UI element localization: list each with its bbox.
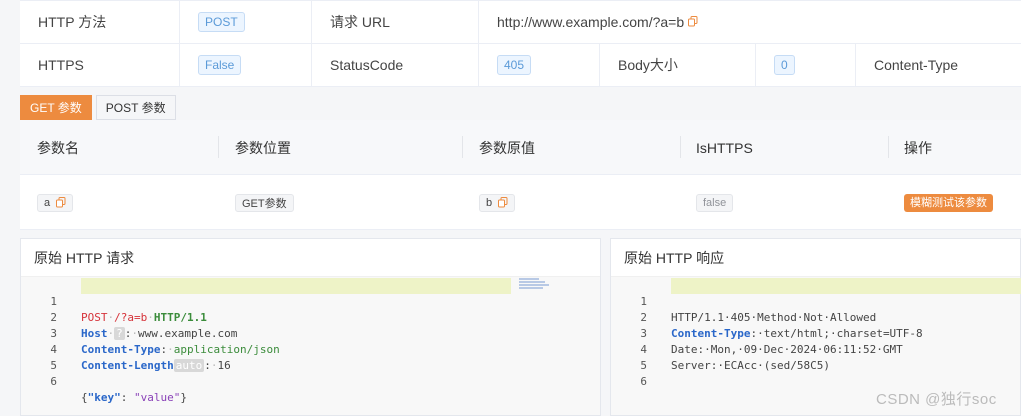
status-cell: 405 (479, 44, 600, 86)
param-name: a (44, 196, 51, 209)
params-table: 参数名 参数位置 参数原值 IsHTTPS 操作 a GET参数 b false… (20, 120, 1021, 230)
param-name-cell: a (37, 175, 74, 230)
url-label: 请求 URL (312, 1, 479, 43)
code-line: 2 Host·?:·www.example.com (21, 294, 600, 340)
params-table-header: 参数名 参数位置 参数原值 IsHTTPS 操作 (20, 120, 1021, 175)
json-colon: : (120, 391, 134, 404)
https-tag: False (198, 55, 242, 75)
url-cell: http://www.example.com/?a=b (479, 1, 1021, 43)
column-divider (680, 136, 681, 158)
copy-icon[interactable] (688, 14, 698, 26)
https-label: HTTPS (20, 44, 180, 86)
body-size-tag: 0 (774, 55, 795, 75)
table-row: a GET参数 b false 模糊测试该参数 (20, 175, 1021, 230)
column-divider (218, 136, 219, 158)
copy-icon[interactable] (56, 197, 66, 208)
line-content: {"key": "value"} (81, 390, 187, 406)
url-value: http://www.example.com/?a=b (497, 14, 685, 30)
watermark: CSDN @独行soc (876, 391, 997, 408)
param-position-cell: GET参数 (235, 175, 294, 230)
tab-get-params[interactable]: GET 参数 (20, 95, 92, 120)
column-header-param-value: 参数原值 (479, 139, 535, 156)
code-line: 1 POST·/?a=b·HTTP/1.1 (21, 278, 600, 324)
action-cell: 模糊测试该参数 (904, 175, 993, 230)
json-brace: { (81, 391, 88, 404)
param-position-tag: GET参数 (235, 193, 294, 212)
info-row: HTTPS False StatusCode 405 Body大小 0 Cont… (20, 44, 1021, 87)
param-value-cell: b (479, 175, 516, 230)
param-value-tag: b (479, 193, 516, 212)
code-line: 4 Server:·ECAcc·(sed/58C5) (611, 326, 1020, 372)
panel-title: 原始 HTTP 请求 (21, 239, 600, 277)
code-line: 1 HTTP/1.1·405·Method·Not·Allowed (611, 278, 1020, 324)
copy-icon[interactable] (498, 197, 508, 208)
fuzz-param-button[interactable]: 模糊测试该参数 (904, 193, 993, 212)
code-line: 5 (21, 342, 600, 372)
json-value: "value" (134, 391, 181, 404)
status-label: StatusCode (312, 44, 479, 86)
body-size-cell: 0 (756, 44, 856, 86)
https-cell: False (180, 44, 312, 86)
column-divider (462, 136, 463, 158)
code-line: 6 {"key": "value"} (21, 358, 600, 404)
method-label: HTTP 方法 (20, 1, 180, 43)
json-key: "key" (87, 391, 121, 404)
line-number: 6 (50, 375, 57, 388)
column-header-param-position: 参数位置 (235, 139, 291, 156)
code-line: 4 Content-Length auto:·16 (21, 326, 600, 372)
column-header-action: 操作 (904, 139, 932, 156)
body-size-label: Body大小 (600, 44, 756, 86)
status-tag: 405 (497, 55, 532, 75)
content-type-label: Content-Type (874, 57, 959, 73)
raw-request-panel: 原始 HTTP 请求 1 POST·/?a=b·HTTP/1.1 2 Host·… (20, 238, 601, 416)
is-https-cell: false (696, 175, 734, 230)
param-tabs: GET 参数 POST 参数 (20, 95, 180, 120)
column-header-param-name: 参数名 (37, 139, 79, 156)
method-cell: POST (180, 1, 312, 43)
method-tag: POST (198, 12, 245, 32)
is-https-tag: false (696, 193, 734, 212)
line-number: 6 (640, 375, 647, 388)
param-name-tag: a (37, 193, 74, 212)
http-detail-view: HTTP 方法 POST 请求 URL http://www.example.c… (0, 0, 1021, 416)
code-line: 6 (611, 358, 1020, 388)
request-code-editor[interactable]: 1 POST·/?a=b·HTTP/1.1 2 Host·?:·www.exam… (21, 277, 600, 415)
column-header-is-https: IsHTTPS (696, 139, 753, 156)
panel-title: 原始 HTTP 响应 (611, 239, 1020, 277)
code-line: 3 Content-Type:·application/json (21, 310, 600, 356)
json-brace: } (180, 391, 187, 404)
param-value: b (486, 196, 493, 209)
code-line: 3 Date:·Mon,·09·Dec·2024·06:11:52·GMT (611, 310, 1020, 356)
tab-post-params[interactable]: POST 参数 (95, 95, 176, 120)
code-line: 5 (611, 342, 1020, 372)
request-info-table: HTTP 方法 POST 请求 URL http://www.example.c… (20, 0, 1021, 87)
info-row: HTTP 方法 POST 请求 URL http://www.example.c… (20, 1, 1021, 44)
column-divider (888, 136, 889, 158)
code-line: 2 Content-Type:·text/html;·charset=UTF-8 (611, 294, 1020, 340)
